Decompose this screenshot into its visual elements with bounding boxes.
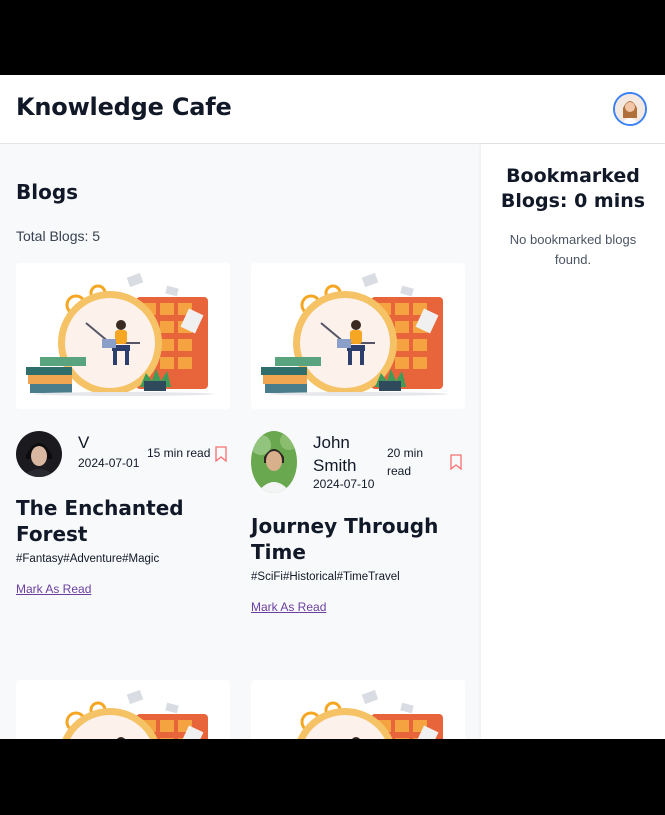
blog-tags: #Fantasy#Adventure#Magic [16, 553, 160, 565]
bookmarks-sidebar: Bookmarked Blogs: 0 mins No bookmarked b… [481, 144, 665, 739]
user-avatar-icon [615, 94, 645, 124]
user-avatar[interactable] [613, 92, 647, 126]
brand-title: Knowledge Cafe [16, 93, 232, 121]
blog-card: John Smith 2024-07-10 20 min read Journe… [251, 263, 465, 615]
blog-cover-image [251, 680, 465, 739]
author-name: V [78, 433, 90, 452]
blog-cover-image [16, 263, 230, 409]
bookmark-button[interactable] [214, 446, 228, 463]
read-time: 20 min read [387, 446, 424, 478]
bookmark-icon [215, 446, 227, 463]
post-date: 2024-07-01 [78, 456, 140, 470]
total-blogs-count: Total Blogs: 5 [16, 228, 101, 244]
bookmark-icon [450, 454, 462, 471]
blog-tags: #SciFi#Historical#TimeTravel [251, 571, 400, 583]
author-row: V 2024-07-01 15 min read [16, 431, 230, 495]
author-avatar [251, 431, 297, 493]
read-time: 15 min read [147, 446, 211, 460]
blogs-section: Blogs Total Blogs: 5 V 2024-07-01 15 min… [0, 144, 481, 739]
post-date: 2024-07-10 [313, 477, 375, 491]
blog-title: The Enchanted Forest [16, 496, 184, 546]
blog-title: Journey Through Time [251, 514, 439, 564]
mark-as-read-link[interactable]: Mark As Read [251, 600, 326, 614]
blog-cover-image [251, 263, 465, 409]
author-name: John Smith [313, 433, 357, 475]
top-navbar: Knowledge Cafe [0, 75, 665, 144]
blog-card: V 2024-07-01 15 min read The Enchanted F… [16, 263, 230, 597]
author-row: John Smith 2024-07-10 20 min read [251, 431, 465, 513]
blog-card [16, 680, 230, 739]
bookmarks-title: Bookmarked Blogs: 0 mins [500, 165, 646, 212]
blog-card [251, 680, 465, 739]
app-viewport: Knowledge Cafe Blogs Total Blogs: 5 V 20… [0, 75, 665, 739]
mark-as-read-link[interactable]: Mark As Read [16, 582, 91, 596]
bookmarks-empty-message: No bookmarked blogs found. [509, 232, 637, 267]
author-avatar [16, 431, 62, 477]
section-title: Blogs [16, 180, 79, 204]
bookmark-button[interactable] [449, 454, 463, 471]
blog-cover-image [16, 680, 230, 739]
